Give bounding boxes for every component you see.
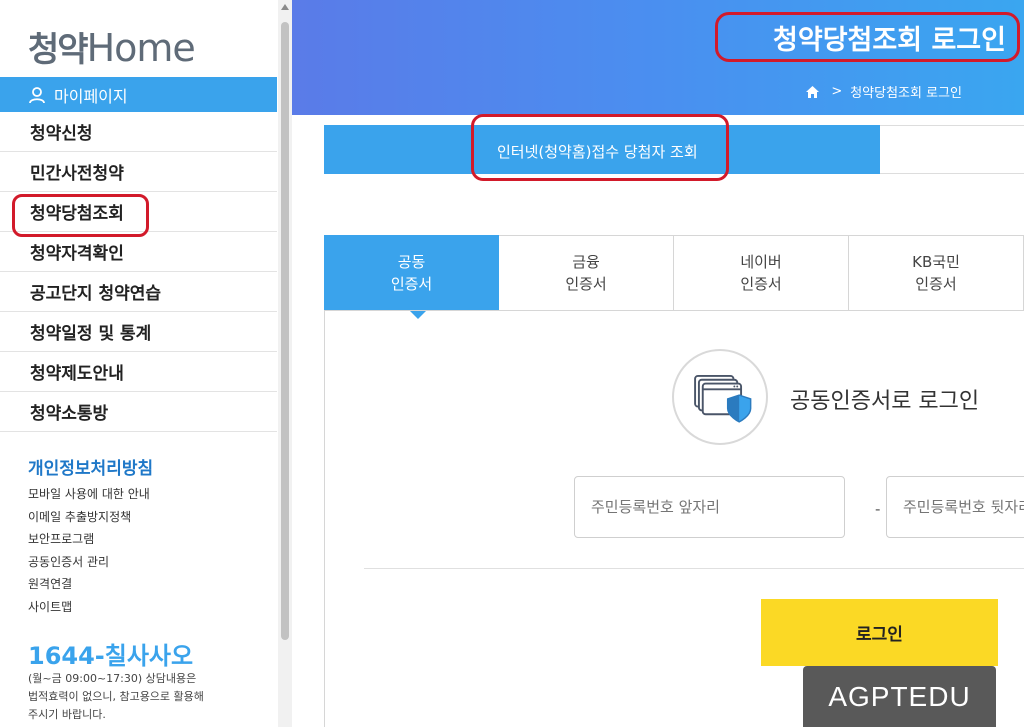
sub-link-remote[interactable]: 원격연결 xyxy=(28,573,150,596)
sidebar-item-community[interactable]: 청약소통방 xyxy=(0,392,277,432)
scroll-thumb[interactable] xyxy=(281,22,289,640)
watermark: AGPTEDU xyxy=(803,666,996,727)
divider xyxy=(364,568,1024,569)
tab-financial-certificate[interactable]: 금융 인증서 xyxy=(499,235,675,311)
mypage-label: 마이페이지 xyxy=(54,86,128,106)
logo-english: Home xyxy=(86,26,196,70)
logo-korean: 청약 xyxy=(28,30,89,70)
user-icon xyxy=(29,86,45,103)
phone-note-line: 법적효력이 없으니, 참고용으로 활용해 xyxy=(28,690,204,703)
tab-line1: KB국민 xyxy=(912,253,960,271)
sidebar-item-pre-apply[interactable]: 민간사전청약 xyxy=(0,152,277,192)
certificate-shield-icon xyxy=(672,349,768,445)
sub-link-cert[interactable]: 공동인증서 관리 xyxy=(28,551,150,574)
tab-line2: 인증서 xyxy=(565,275,607,293)
mypage-button[interactable]: 마이페이지 xyxy=(0,77,277,112)
resident-number-separator: - xyxy=(875,500,881,518)
scroll-up-arrow-icon[interactable] xyxy=(281,4,289,10)
phone-number: 1644-칠사사오 xyxy=(28,642,194,670)
phone-note: (월~금 09:00~17:30) 상담내용은 법적효력이 없으니, 참고용으로… xyxy=(28,670,204,724)
tab-bar-remainder xyxy=(880,125,1024,174)
site-logo[interactable]: 청약 Home xyxy=(28,22,196,70)
highlight-annotation-sidebar xyxy=(12,194,149,237)
resident-number-front-input[interactable] xyxy=(574,476,845,538)
sidebar-item-practice[interactable]: 공고단지 청약연습 xyxy=(0,272,277,312)
tab-line1: 공동 xyxy=(397,253,426,271)
sub-links: 모바일 사용에 대한 안내 이메일 추출방지정책 보안프로그램 공동인증서 관리… xyxy=(28,483,150,619)
sidebar-item-guide[interactable]: 청약제도안내 xyxy=(0,352,277,392)
tab-line2: 인증서 xyxy=(740,275,782,293)
login-heading: 공동인증서로 로그인 xyxy=(790,389,980,414)
privacy-policy-link[interactable]: 개인정보처리방침 xyxy=(28,454,153,479)
sidebar-menu: 청약신청 민간사전청약 청약당첨조회 청약자격확인 공고단지 청약연습 청약일정… xyxy=(0,112,277,432)
tab-line2: 인증서 xyxy=(915,275,957,293)
sub-link-email[interactable]: 이메일 추출방지정책 xyxy=(28,506,150,529)
phone-note-line: 주시기 바랍니다. xyxy=(28,708,106,721)
breadcrumb: > 청약당첨조회 로그인 xyxy=(806,82,962,101)
phone-note-line: (월~금 09:00~17:30) 상담내용은 xyxy=(28,672,197,685)
sidebar-item-eligibility[interactable]: 청약자격확인 xyxy=(0,232,277,272)
sidebar-item-apply[interactable]: 청약신청 xyxy=(0,112,277,152)
main-content: 청약당첨조회 로그인 > 청약당첨조회 로그인 인터넷(청약홈)접수 당첨자 조… xyxy=(292,0,1024,727)
sidebar-scrollbar[interactable] xyxy=(278,0,292,727)
tab-line1: 네이버 xyxy=(740,253,782,271)
login-button[interactable]: 로그인 xyxy=(761,599,998,666)
sub-link-sitemap[interactable]: 사이트맵 xyxy=(28,596,150,619)
sub-link-mobile[interactable]: 모바일 사용에 대한 안내 xyxy=(28,483,150,506)
tab-line2: 인증서 xyxy=(390,275,433,293)
tab-naver-certificate[interactable]: 네이버 인증서 xyxy=(674,235,850,311)
sub-link-security[interactable]: 보안프로그램 xyxy=(28,528,150,551)
tab-joint-certificate[interactable]: 공동 인증서 xyxy=(324,235,500,319)
sidebar-item-schedule[interactable]: 청약일정 및 통계 xyxy=(0,312,277,352)
highlight-annotation-tab xyxy=(471,114,729,181)
tab-line1: 금융 xyxy=(572,253,600,271)
sidebar: 청약 Home 마이페이지 청약신청 민간사전청약 청약당첨조회 청약자격확인 … xyxy=(0,0,277,727)
chevron-right-icon: > xyxy=(831,84,843,99)
home-icon[interactable] xyxy=(806,85,820,98)
certificate-tabs: 공동 인증서 금융 인증서 네이버 인증서 KB국민 인증서 xyxy=(324,235,1024,319)
highlight-annotation-title xyxy=(715,12,1020,62)
resident-number-back-input[interactable] xyxy=(886,476,1024,538)
tab-kb-certificate[interactable]: KB국민 인증서 xyxy=(849,235,1024,311)
breadcrumb-current: 청약당첨조회 로그인 xyxy=(850,86,962,101)
